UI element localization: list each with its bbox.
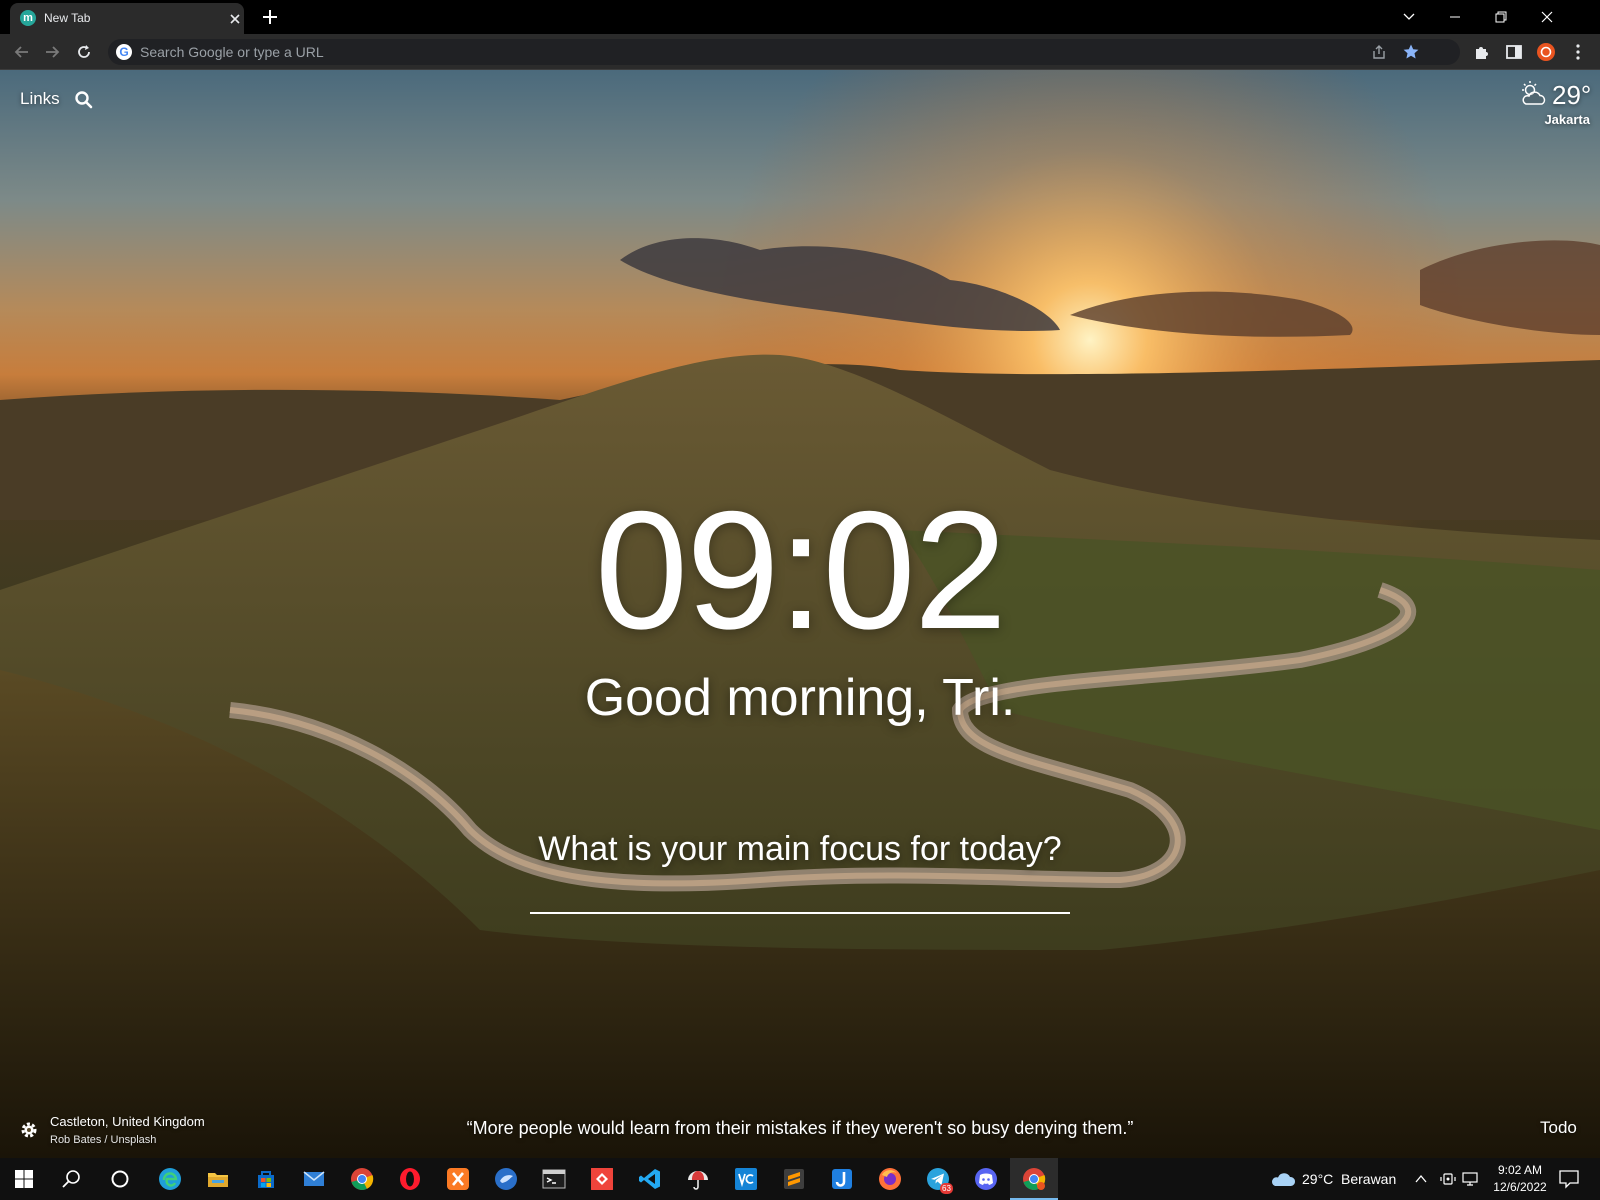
sublime-icon — [784, 1169, 804, 1189]
settings-gear-icon[interactable] — [19, 1120, 39, 1140]
minimize-icon[interactable] — [1432, 4, 1478, 30]
vscode-icon — [639, 1169, 660, 1189]
tab-title: New Tab — [44, 11, 91, 25]
bluebird-icon — [495, 1168, 517, 1190]
tray-cloud-icon[interactable] — [1270, 1169, 1296, 1189]
bookmark-star-icon[interactable] — [1402, 43, 1420, 61]
side-panel-icon[interactable] — [1504, 42, 1524, 62]
clock-time: 09:02 — [594, 476, 1007, 664]
taskbar-app-xampp[interactable] — [434, 1158, 482, 1200]
links-button[interactable]: Links — [20, 89, 60, 109]
vc-icon — [735, 1168, 757, 1190]
cortana-button[interactable] — [96, 1158, 144, 1200]
partly-cloudy-icon[interactable] — [1518, 80, 1548, 108]
start-button[interactable] — [0, 1158, 48, 1200]
close-window-icon[interactable] — [1524, 4, 1570, 30]
taskbar-app-telegram[interactable]: 63 — [914, 1158, 962, 1200]
tray-clock-date[interactable]: 12/6/2022 — [1484, 1180, 1556, 1194]
discord-icon — [975, 1168, 997, 1190]
momentum-dashboard: Links 29° Jakarta 09:02 Good morning, Tr… — [0, 70, 1600, 1158]
restore-icon[interactable] — [1478, 4, 1524, 30]
taskbar-app-store[interactable] — [242, 1158, 290, 1200]
chrome-icon — [351, 1168, 374, 1190]
mail-icon — [303, 1171, 325, 1186]
tray-network-icon[interactable] — [1462, 1171, 1480, 1187]
address-input[interactable] — [140, 42, 1340, 62]
focus-input[interactable] — [530, 870, 1070, 914]
momentum-favicon-icon: m — [20, 10, 36, 26]
taskbar-app-vc[interactable] — [722, 1158, 770, 1200]
taskbar-search-button[interactable] — [48, 1158, 96, 1200]
anydesk-icon — [591, 1168, 613, 1190]
taskbar-app-opera[interactable] — [386, 1158, 434, 1200]
taskbar-app-discord[interactable] — [962, 1158, 1010, 1200]
terminal-icon — [542, 1169, 566, 1189]
opera-icon — [400, 1168, 420, 1190]
cortana-circle-icon — [111, 1170, 129, 1188]
daily-quote[interactable]: “More people would learn from their mist… — [300, 1118, 1300, 1139]
extensions-puzzle-icon[interactable] — [1472, 42, 1492, 62]
taskbar-app-terminal[interactable] — [530, 1158, 578, 1200]
taskbar-search-icon — [62, 1170, 80, 1188]
taskbar-app-bluebird[interactable] — [482, 1158, 530, 1200]
photo-location[interactable]: Castleton, United Kingdom — [50, 1114, 205, 1129]
taskbar-app-jdownloader[interactable] — [818, 1158, 866, 1200]
action-center-notification-icon[interactable] — [1558, 1169, 1580, 1189]
tab-new-tab[interactable]: m New Tab — [10, 3, 244, 34]
edge-icon — [159, 1168, 181, 1190]
taskbar-app-vscode[interactable] — [626, 1158, 674, 1200]
xampp-icon — [447, 1168, 469, 1190]
tray-clock-time[interactable]: 9:02 AM — [1484, 1163, 1556, 1177]
firefox-icon — [879, 1168, 901, 1190]
browser-titlebar: m New Tab — [0, 0, 1600, 34]
taskbar-app-chrome-active[interactable] — [1010, 1158, 1058, 1200]
photo-credit[interactable]: Rob Bates / Unsplash — [50, 1134, 156, 1146]
browser-toolbar: G — [0, 34, 1600, 70]
weather-city[interactable]: Jakarta — [1530, 112, 1590, 127]
close-tab-icon[interactable] — [226, 10, 244, 28]
windows-logo-icon — [15, 1170, 33, 1188]
focus-prompt: What is your main focus for today? — [538, 830, 1062, 868]
tray-weather-description[interactable]: Berawan — [1341, 1171, 1396, 1187]
umbrella-app-icon — [688, 1170, 708, 1190]
taskbar-app-umbrella[interactable] — [674, 1158, 722, 1200]
profile-avatar-icon[interactable] — [1536, 42, 1556, 62]
telegram-unread-badge: 63 — [940, 1183, 953, 1194]
new-tab-plus-icon[interactable] — [260, 7, 280, 27]
taskbar-app-file-explorer[interactable] — [194, 1158, 242, 1200]
chrome-active-icon — [1023, 1168, 1046, 1190]
google-g-icon: G — [116, 44, 132, 60]
greeting-text: Good morning, Tri. — [584, 669, 1016, 727]
reload-icon[interactable] — [74, 42, 94, 62]
menu-kebab-icon[interactable] — [1568, 42, 1588, 62]
taskbar-app-mail[interactable] — [290, 1158, 338, 1200]
file-explorer-icon — [208, 1173, 228, 1187]
taskbar-app-sublime[interactable] — [770, 1158, 818, 1200]
back-icon[interactable] — [12, 42, 32, 62]
share-icon[interactable] — [1370, 43, 1388, 61]
forward-icon[interactable] — [42, 42, 62, 62]
weather-temperature[interactable]: 29° — [1552, 80, 1591, 111]
jdownloader-icon — [832, 1169, 852, 1189]
store-icon — [258, 1171, 274, 1188]
taskbar-app-anydesk[interactable] — [578, 1158, 626, 1200]
search-icon[interactable] — [74, 90, 94, 110]
taskbar-app-edge[interactable] — [146, 1158, 194, 1200]
tray-weather-temperature[interactable]: 29°C — [1302, 1171, 1333, 1187]
todo-button[interactable]: Todo — [1540, 1118, 1577, 1138]
tab-search-chevron-icon[interactable] — [1386, 4, 1432, 30]
taskbar-app-firefox[interactable] — [866, 1158, 914, 1200]
tray-chevron-up-icon[interactable] — [1414, 1172, 1428, 1186]
taskbar-app-chrome[interactable] — [338, 1158, 386, 1200]
tray-device-icon[interactable] — [1440, 1171, 1456, 1187]
address-bar[interactable]: G — [108, 39, 1460, 65]
windows-taskbar: 63 29°C Berawan 9:02 AM 12/6/2022 — [0, 1158, 1600, 1200]
